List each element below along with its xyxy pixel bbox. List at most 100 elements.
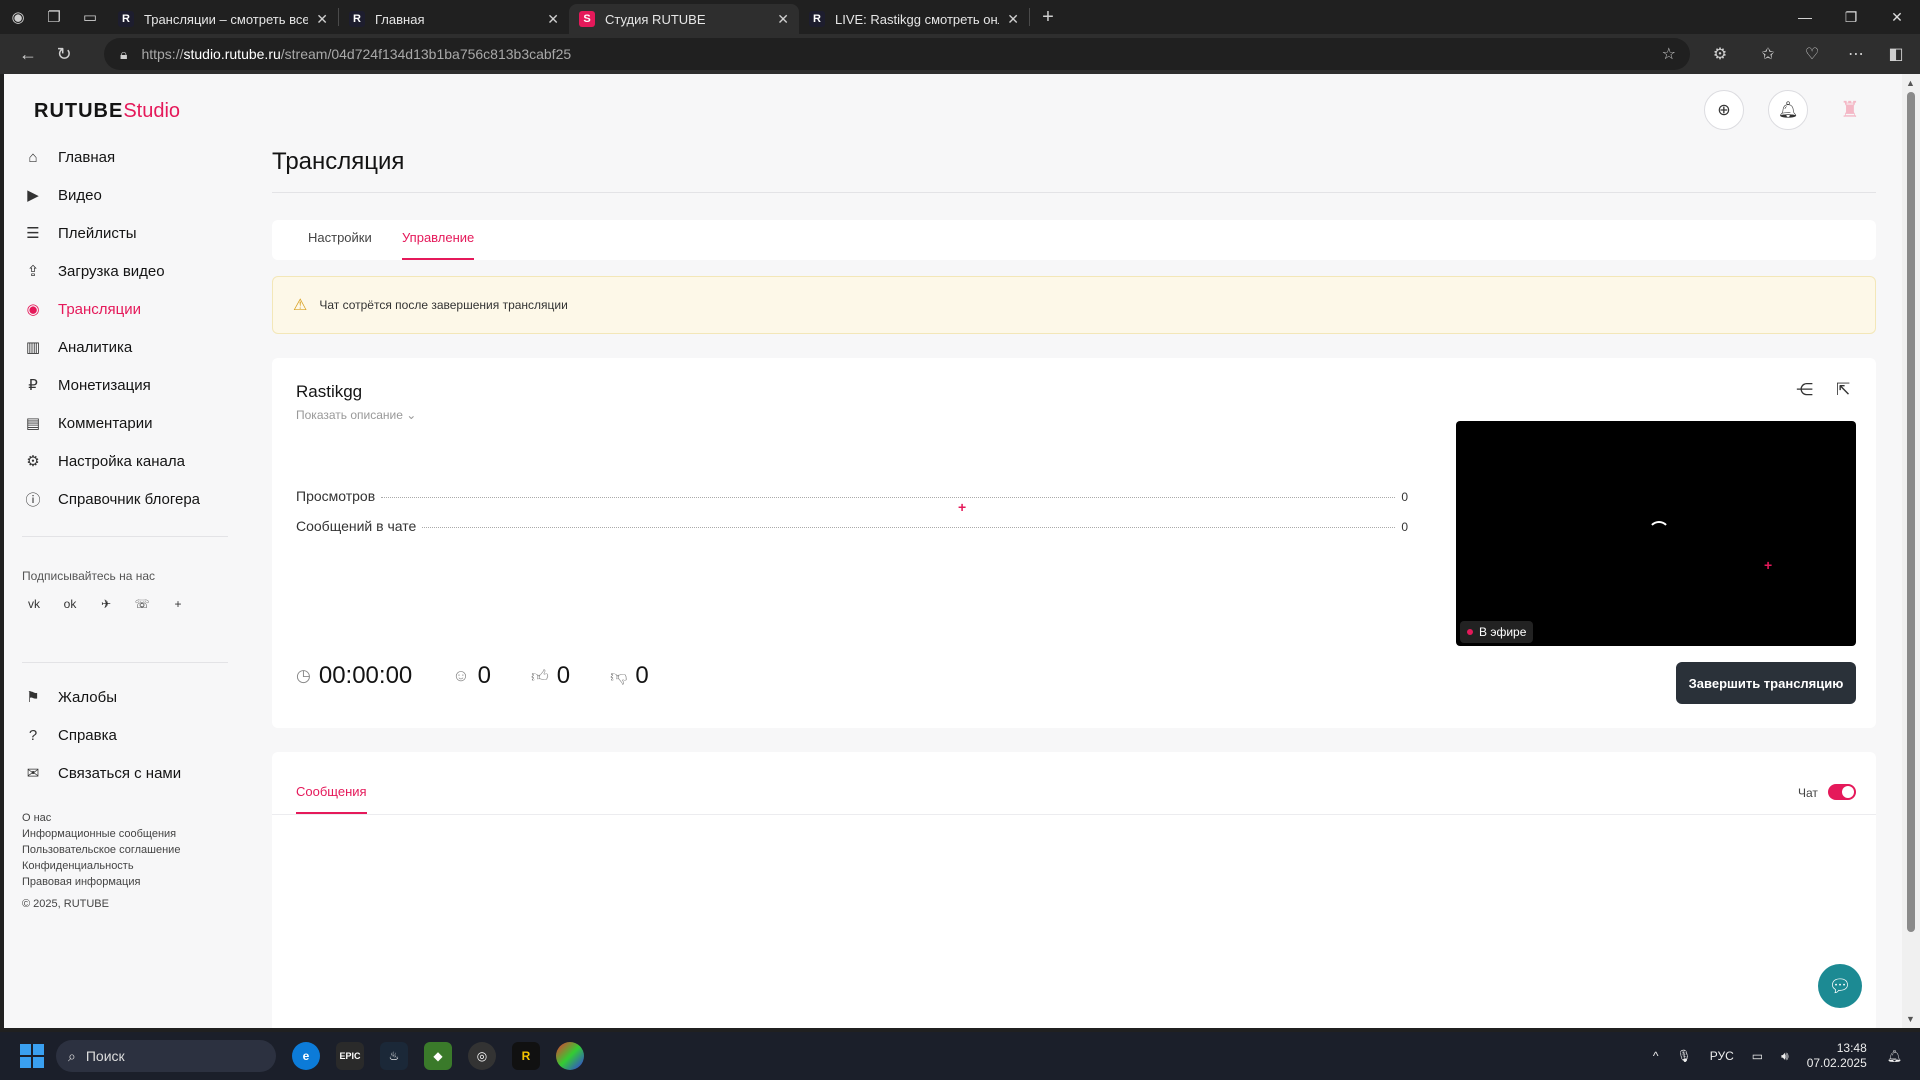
refresh-icon[interactable]: ↻ (46, 37, 82, 71)
scroll-down-icon[interactable]: ▼ (1906, 1014, 1915, 1024)
browser-address-bar: ← ↻ 🔒︎ https://studio.rutube.ru/stream/0… (0, 34, 1920, 74)
microphone-icon[interactable]: 🎙︎ (1677, 1049, 1692, 1063)
favorites-icon[interactable]: ✩ (1748, 34, 1788, 74)
show-description-toggle[interactable]: Показать описание ⌄ (296, 408, 416, 422)
chevron-up-icon[interactable]: ^ (1653, 1049, 1659, 1063)
chat-toggle[interactable] (1828, 784, 1856, 800)
support-chat-button[interactable]: 💬︎ (1818, 964, 1862, 1008)
sidebar-item-broadcasts[interactable]: ◉ Трансляции (4, 290, 244, 328)
browser-tab[interactable]: R LIVE: Rastikgg смотреть онлайн ✕ (799, 4, 1029, 34)
close-tab-icon[interactable]: ✕ (1007, 11, 1019, 28)
plus-icon[interactable]: + (166, 592, 190, 616)
sidebar-item-playlists[interactable]: ☰ Плейлисты (4, 214, 244, 252)
notifications-button[interactable]: 🔔︎ (1768, 90, 1808, 130)
volume-icon[interactable]: 🔊︎ (1781, 1049, 1789, 1064)
sidebar-item-label: Монетизация (58, 376, 151, 394)
tab-management[interactable]: Управление (402, 230, 475, 260)
footer-link-legal[interactable]: Правовая информация (22, 874, 180, 890)
browser-tab-active[interactable]: S Студия RUTUBE ✕ (569, 4, 799, 34)
vk-icon[interactable]: vk (22, 592, 46, 616)
language-indicator[interactable]: РУС (1710, 1049, 1734, 1063)
thumbs-down-icon: 👎︎ (610, 666, 628, 686)
profile-icon[interactable]: ◉ (0, 0, 36, 34)
new-tab-icon[interactable]: + (1030, 0, 1066, 34)
close-tab-icon[interactable]: ✕ (777, 11, 789, 28)
workspaces-icon[interactable]: ❐ (36, 0, 72, 34)
more-menu-icon[interactable]: ⋯ (1836, 34, 1876, 74)
avatar[interactable]: ♜ (1832, 92, 1868, 128)
window-controls: — ❐ ✕ (1782, 0, 1920, 34)
open-external-icon[interactable]: ⇱ (1836, 380, 1850, 400)
browser-tab[interactable]: R Главная ✕ (339, 4, 569, 34)
ok-icon[interactable]: ok (58, 592, 82, 616)
rutube-studio-logo[interactable]: RUTUBEStudio (34, 100, 180, 123)
sidebar-item-home[interactable]: ⌂ Главная (4, 138, 244, 176)
close-tab-icon[interactable]: ✕ (547, 11, 559, 28)
sidebar-item-blogger-guide[interactable]: ⓘ Справочник блогера (4, 480, 244, 518)
sidebar-item-comments[interactable]: ▤ Комментарии (4, 404, 244, 442)
stat-chat-messages: Сообщений в чате 0 (296, 518, 1408, 534)
home-icon: ⌂ (28, 148, 38, 166)
windows-start-icon[interactable] (20, 1044, 44, 1068)
restore-icon[interactable]: ❐ (1828, 0, 1874, 34)
app-icon[interactable]: ◎ (468, 1042, 496, 1070)
notification-icon[interactable]: 🔔︎ (1887, 1049, 1902, 1063)
taskbar-search[interactable]: ⌕ Поиск (56, 1040, 276, 1072)
epic-games-app-icon[interactable]: EPIC (336, 1042, 364, 1070)
tab-settings[interactable]: Настройки (308, 230, 372, 260)
rockstar-app-icon[interactable]: R (512, 1042, 540, 1070)
steam-app-icon[interactable]: ♨ (380, 1042, 408, 1070)
scroll-up-icon[interactable]: ▲ (1906, 78, 1915, 88)
viewers-value: 0 (477, 662, 491, 689)
tab-actions-icon[interactable]: ▭ (72, 0, 108, 34)
mail-icon: ✉ (26, 765, 40, 782)
browser-tab[interactable]: R Трансляции – смотреть все видео ✕ (108, 4, 338, 34)
sidebar-item-complaints[interactable]: ⚑ Жалобы (4, 678, 244, 716)
upload-icon: ⇪ (26, 263, 40, 280)
title-divider (272, 192, 1876, 193)
footer-link-about[interactable]: О нас (22, 810, 180, 826)
sidebar-item-upload[interactable]: ⇪ Загрузка видео (4, 252, 244, 290)
extensions-icon[interactable]: ⚙ (1700, 34, 1740, 74)
url-field[interactable]: 🔒︎ https://studio.rutube.ru/stream/04d72… (104, 38, 1690, 70)
add-content-button[interactable]: ⊕ (1704, 90, 1744, 130)
tab-messages[interactable]: Сообщения (296, 784, 367, 814)
viber-icon[interactable]: ☏ (130, 592, 154, 616)
footer-link-terms[interactable]: Пользовательское соглашение (22, 842, 180, 858)
sidebar-item-analytics[interactable]: ▥ Аналитика (4, 328, 244, 366)
search-icon: ⌕ (68, 1047, 76, 1064)
browser-essentials-icon[interactable]: ♡ (1792, 34, 1832, 74)
sidebar-toggle-icon[interactable]: ◧ (1876, 34, 1916, 74)
footer-link-privacy[interactable]: Конфиденциальность (22, 858, 180, 874)
video-player[interactable]: + В эфире (1456, 421, 1856, 646)
tab-title: LIVE: Rastikgg смотреть онлайн (835, 11, 999, 27)
edge-app-icon[interactable]: e (292, 1042, 320, 1070)
help-icon: ? (28, 726, 38, 744)
sidebar-item-contact[interactable]: ✉ Связаться с нами (4, 754, 244, 792)
close-tab-icon[interactable]: ✕ (316, 11, 328, 28)
sidebar-item-monetization[interactable]: ₽ Монетизация (4, 366, 244, 404)
metric-viewers: ☺ 0 (452, 662, 491, 690)
tab-title: Главная (375, 11, 425, 27)
page-scrollbar[interactable]: ▲ ▼ (1902, 74, 1920, 1028)
bluestacks-app-icon[interactable]: ◆ (424, 1042, 452, 1070)
clock[interactable]: 13:48 07.02.2025 (1807, 1041, 1867, 1071)
cursor-crosshair-icon: + (958, 499, 967, 515)
color-app-icon[interactable] (556, 1042, 584, 1070)
clock-icon: ◷ (296, 666, 311, 685)
end-stream-button[interactable]: Завершить трансляцию (1676, 662, 1856, 704)
network-icon[interactable]: ▭ (1752, 1049, 1763, 1063)
sidebar-item-channel-settings[interactable]: ⚙ Настройка канала (4, 442, 244, 480)
telegram-icon[interactable]: ✈ (94, 592, 118, 616)
sidebar-item-video[interactable]: ▶ Видео (4, 176, 244, 214)
url-prefix: https:// (141, 46, 184, 62)
footer-link-info[interactable]: Информационные сообщения (22, 826, 180, 842)
close-window-icon[interactable]: ✕ (1874, 0, 1920, 34)
favorite-star-icon[interactable]: ☆ (1662, 44, 1676, 64)
scrollbar-thumb[interactable] (1907, 92, 1915, 932)
sidebar-item-help[interactable]: ? Справка (4, 716, 244, 754)
studio-favicon-icon: S (579, 11, 595, 27)
minimize-icon[interactable]: — (1782, 0, 1828, 34)
share-icon[interactable]: ⋲ (1796, 380, 1813, 400)
back-icon[interactable]: ← (10, 37, 46, 71)
